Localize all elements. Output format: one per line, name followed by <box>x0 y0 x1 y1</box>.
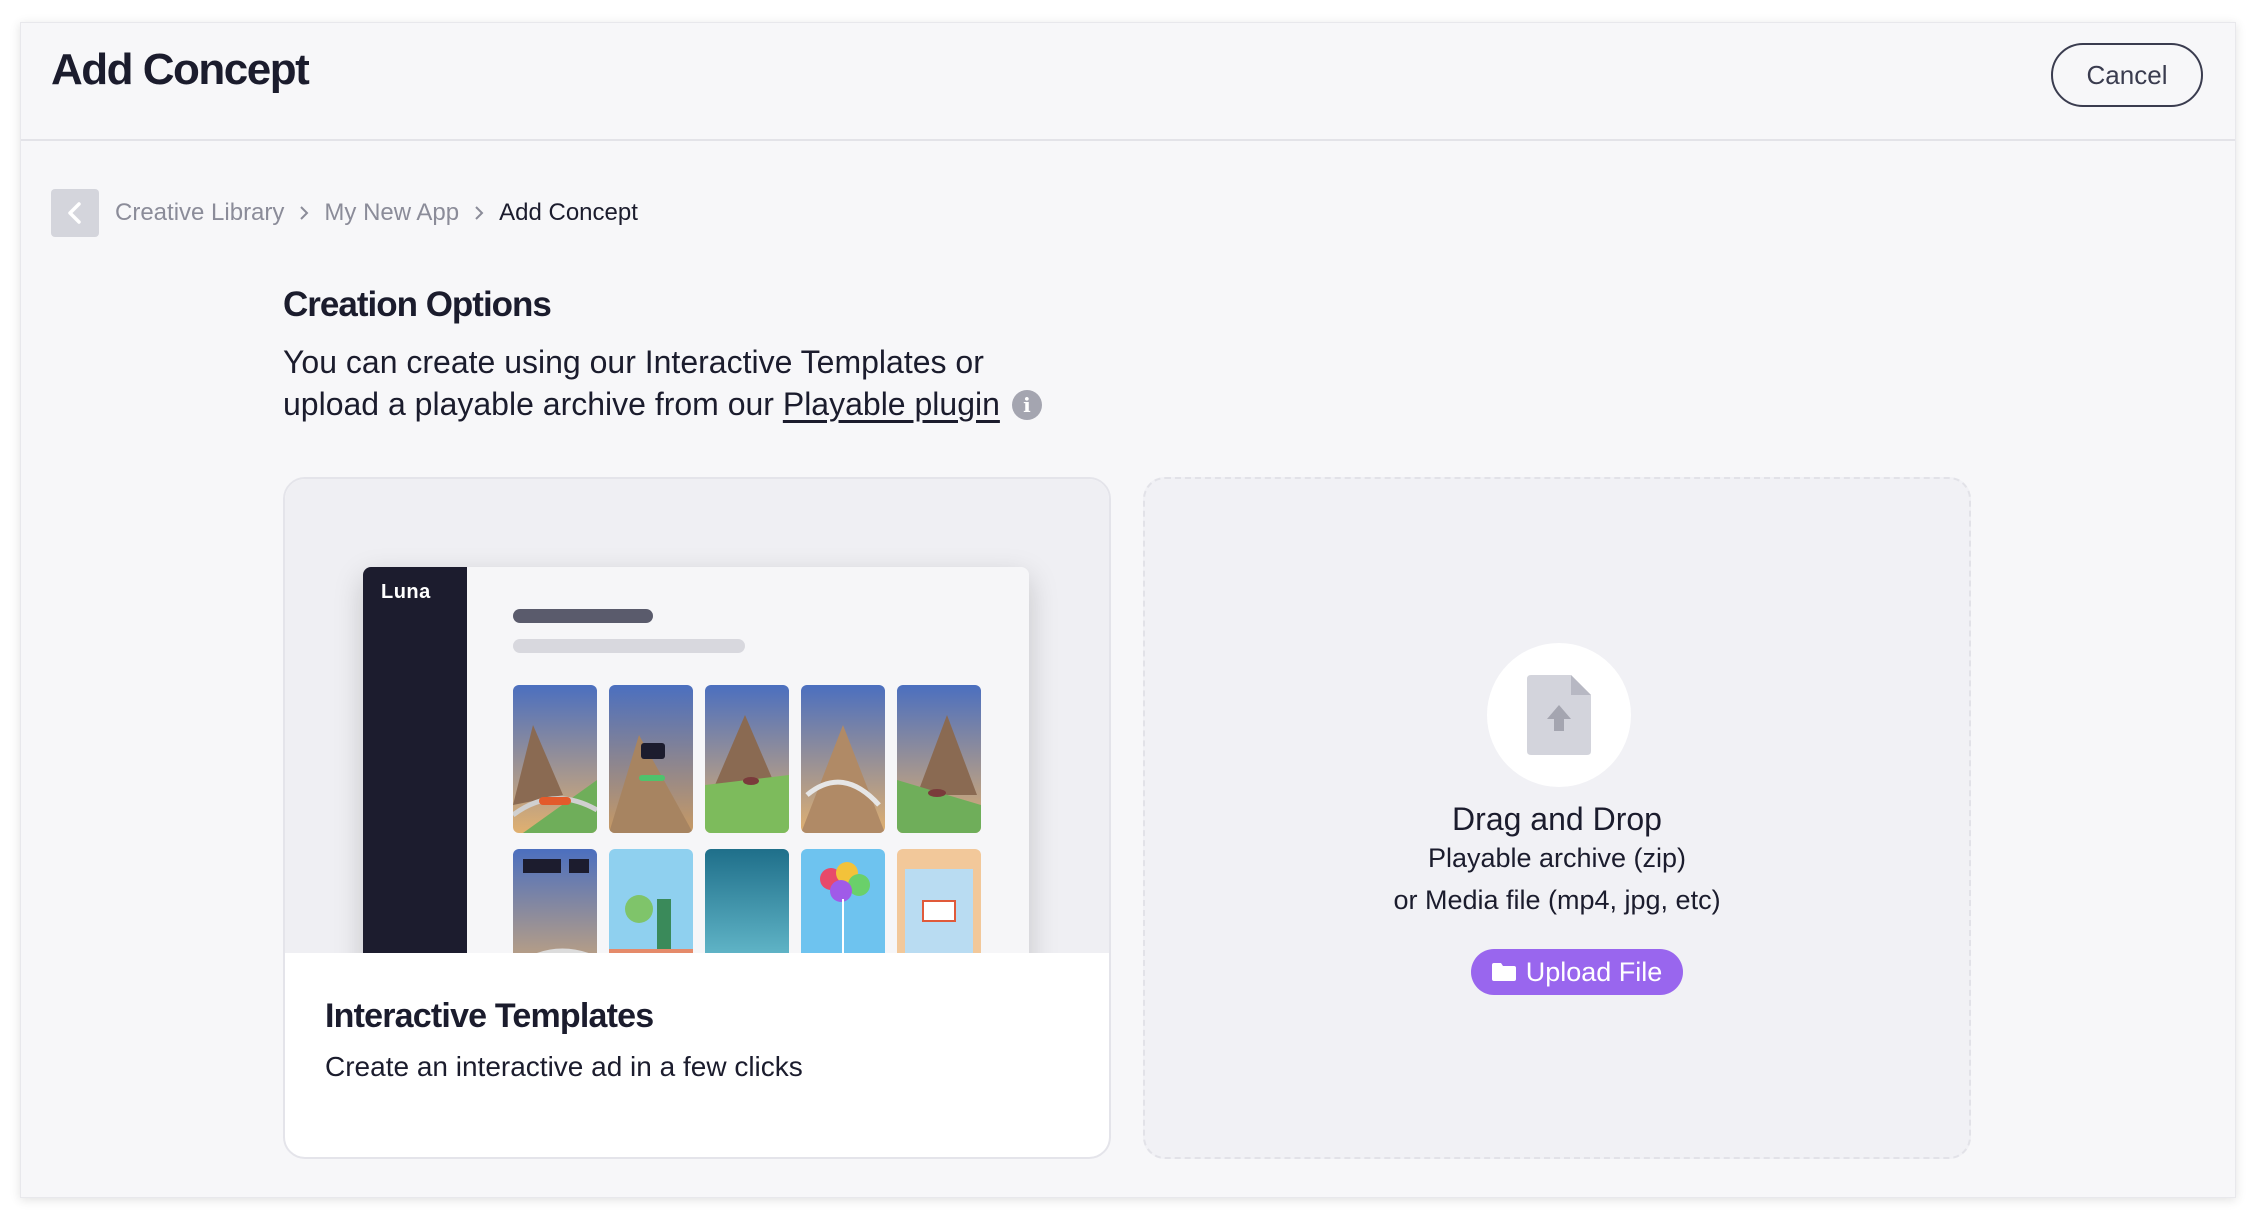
cancel-button[interactable]: Cancel <box>2051 43 2203 107</box>
breadcrumb-current: Add Concept <box>499 199 638 226</box>
templates-preview-image: Luna <box>285 479 1109 953</box>
info-icon[interactable]: i <box>1011 390 1042 420</box>
breadcrumb-creative-library[interactable]: Creative Library <box>115 199 284 227</box>
chevron-right-icon <box>284 204 324 222</box>
top-bar: Add Concept Cancel <box>21 23 2235 141</box>
template-thumbnail <box>801 849 885 953</box>
page-title: Add Concept <box>51 45 310 94</box>
template-thumbnail <box>513 849 597 953</box>
upload-file-button[interactable]: Upload File <box>1471 949 1683 995</box>
playable-plugin-link[interactable]: Playable plugin <box>783 386 1000 422</box>
drag-drop-line-1: Playable archive (zip) <box>1427 843 1687 873</box>
app-window: Add Concept Cancel Creative Library My N… <box>20 22 2236 1198</box>
app-mockup: Luna <box>363 567 1029 953</box>
chevron-left-icon <box>68 202 81 224</box>
template-thumbnail <box>705 685 789 833</box>
drag-drop-title: Drag and Drop <box>1452 801 1662 837</box>
creation-description: You can create using our Interactive Tem… <box>283 341 1042 425</box>
template-thumbnail <box>897 849 981 953</box>
template-thumbnail <box>609 685 693 833</box>
file-upload-icon <box>1487 643 1631 787</box>
description-line-2: upload a playable archive from our Playa… <box>283 383 1042 425</box>
section-title: Creation Options <box>283 285 552 324</box>
upload-dropzone[interactable]: Drag and Drop Playable archive (zip) or … <box>1143 477 1971 1159</box>
interactive-templates-card[interactable]: Luna Interactive Templates Create an int… <box>283 477 1111 1159</box>
description-line-2-text: upload a playable archive from our <box>283 386 783 422</box>
back-button[interactable] <box>51 189 99 237</box>
upload-file-label: Upload File <box>1525 956 1663 987</box>
interactive-templates-title: Interactive Templates <box>325 997 654 1035</box>
folder-icon <box>1491 963 1516 981</box>
mockup-subtitle-bar <box>513 639 745 653</box>
interactive-templates-subtitle: Create an interactive ad in a few clicks <box>325 1051 803 1082</box>
template-thumbnail <box>609 849 693 953</box>
chevron-right-icon <box>459 204 499 222</box>
template-thumbnail <box>801 685 885 833</box>
template-thumbnail <box>513 685 597 833</box>
template-thumbnail <box>897 685 981 833</box>
description-line-1: You can create using our Interactive Tem… <box>283 344 984 380</box>
breadcrumb: Creative Library My New App Add Concept <box>51 189 638 237</box>
luna-logo: Luna <box>381 581 431 603</box>
drag-drop-line-2: or Media file (mp4, jpg, etc) <box>1393 885 1721 915</box>
breadcrumb-my-new-app[interactable]: My New App <box>324 199 459 227</box>
mockup-sidebar: Luna <box>363 567 467 953</box>
mockup-title-bar <box>513 609 653 623</box>
template-thumbnail <box>705 849 789 953</box>
